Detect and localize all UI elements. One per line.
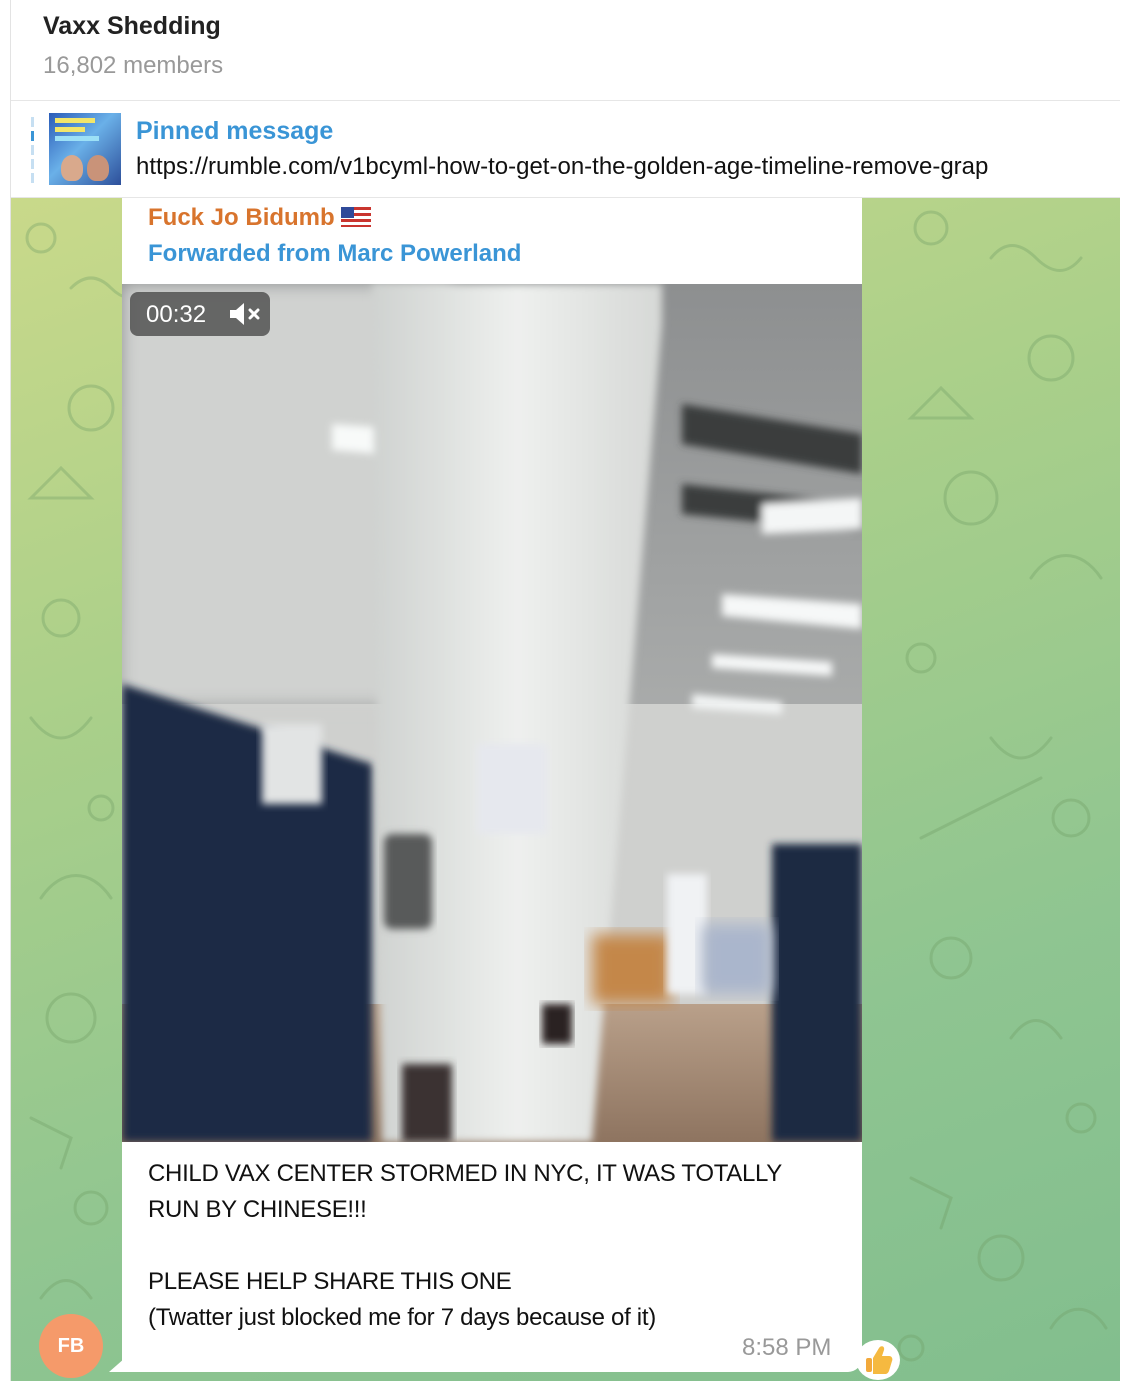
pinned-message-bar[interactable]: Pinned message https://rumble.com/v1bcym…: [11, 101, 1120, 198]
video-frame: [122, 284, 862, 1142]
chat-area: Fuck Jo Bidumb Forwarded from Marc Power…: [11, 198, 1120, 1381]
forwarded-from[interactable]: Forwarded from Marc Powerland: [148, 240, 521, 268]
pinned-indicator: [31, 117, 34, 185]
sender-name[interactable]: Fuck Jo Bidumb: [148, 204, 371, 232]
message-text: CHILD VAX CENTER STORMED IN NYC, IT WAS …: [148, 1156, 838, 1336]
caption-line: CHILD VAX CENTER STORMED IN NYC, IT WAS …: [148, 1160, 783, 1187]
channel-title[interactable]: Vaxx Shedding: [43, 12, 221, 41]
pinned-link[interactable]: https://rumble.com/v1bcyml-how-to-get-on…: [136, 153, 988, 181]
reaction-button[interactable]: [856, 1340, 900, 1380]
caption-line: PLEASE HELP SHARE THIS ONE: [148, 1268, 512, 1295]
thumbs-up-icon: [866, 1346, 893, 1374]
chat-header[interactable]: Vaxx Shedding 16,802 members: [11, 0, 1120, 101]
message-timestamp: 8:58 PM: [742, 1334, 832, 1361]
message-bubble[interactable]: Fuck Jo Bidumb Forwarded from Marc Power…: [122, 198, 862, 1372]
video-duration-badge[interactable]: 00:32: [130, 292, 270, 336]
telegram-window: Vaxx Shedding 16,802 members Pinned mess…: [10, 0, 1120, 1381]
sender-avatar[interactable]: FB: [39, 1314, 103, 1378]
muted-speaker-icon[interactable]: [228, 302, 262, 326]
video-player[interactable]: 00:32: [122, 284, 862, 1142]
pinned-label: Pinned message: [136, 117, 334, 145]
video-duration: 00:32: [146, 301, 207, 328]
sender-name-text: Fuck Jo Bidumb: [148, 204, 335, 231]
pinned-thumbnail[interactable]: [49, 113, 121, 185]
member-count: 16,802 members: [43, 52, 224, 79]
caption-line: RUN BY CHINESE!!!: [148, 1196, 367, 1223]
us-flag-icon: [340, 207, 371, 227]
caption-line: (Twatter just blocked me for 7 days beca…: [148, 1304, 656, 1331]
